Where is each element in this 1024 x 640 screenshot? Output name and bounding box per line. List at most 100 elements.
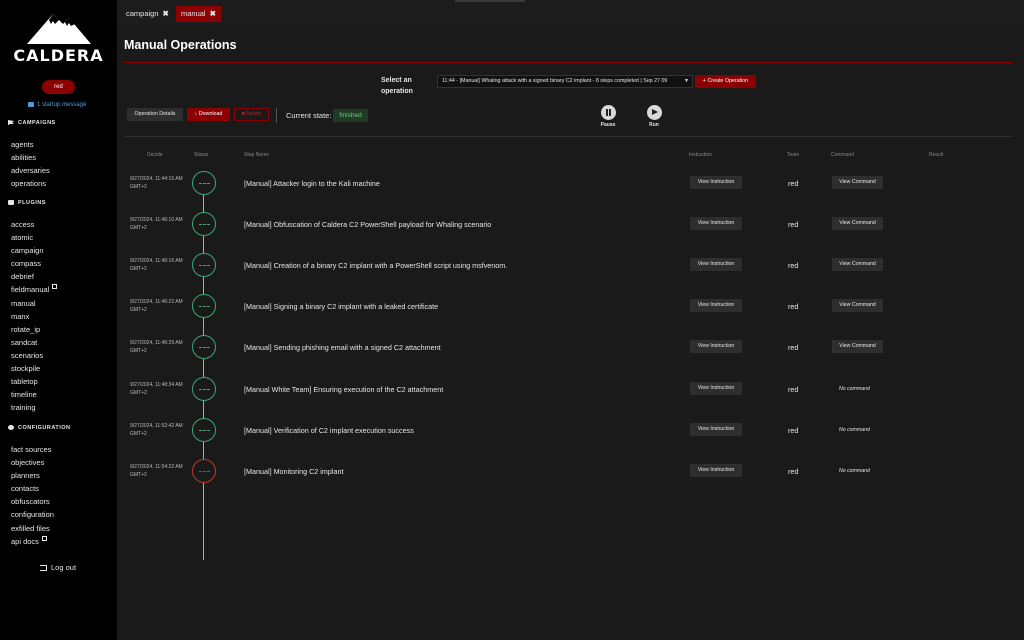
sidebar-item-obfuscators[interactable]: obfuscators [11,495,54,508]
sidebar-item-scenarios[interactable]: scenarios [11,349,57,362]
mountain-logo-icon [27,14,91,44]
team-cell: red [788,220,799,230]
step-timestamp: 9/27/2024, 11:46:16 AM GMT+2 [130,258,183,273]
status-circle[interactable] [192,294,216,319]
tab-campaign[interactable]: campaign ✖ [121,6,174,22]
view-instruction-button[interactable]: View Instruction [690,217,742,231]
step-name: [Manual] Monitoring C2 implant [244,466,344,476]
view-instruction-button[interactable]: View Instruction [690,422,742,436]
table-divider [124,136,1013,137]
sidebar-item-campaign[interactable]: campaign [11,244,57,257]
no-command-text: No command [839,426,870,433]
no-command-text: No command [839,385,870,392]
table-row: 9/27/2024, 11:52:42 AM GMT+2 [Manual] Ve… [117,417,1024,471]
message-icon [28,102,34,107]
startup-message-link[interactable]: 1 startup message [28,102,86,108]
team-cell: red [788,179,799,188]
plug-icon [8,200,14,206]
sidebar-item-api-docs[interactable]: api docs [11,535,54,548]
table-row: 9/27/2024, 11:44:15 AM GMT+2 [Manual] At… [117,171,1024,224]
step-name: [Manual] Signing a binary C2 implant wit… [244,302,439,312]
status-dash [199,388,210,390]
sidebar-item-timeline[interactable]: timeline [11,388,57,401]
sidebar-item-manual[interactable]: manual [11,297,57,310]
sidebar-item-operations[interactable]: operations [11,177,50,190]
run-button[interactable]: Run [644,105,664,128]
operation-select[interactable]: 11:44 - [Manual] Whaling attack with a s… [437,75,693,88]
chevron-down-icon: ▼ [684,78,689,84]
status-circle[interactable] [192,335,216,360]
header-team: Team [787,152,800,158]
view-command-button[interactable]: View Command [832,217,883,231]
delete-button[interactable]: ■ Delete [234,108,269,121]
view-instruction-button[interactable]: View Instruction [690,463,742,477]
view-instruction-button[interactable]: View Instruction [690,258,742,272]
tab-manual[interactable]: manual ✖ [176,6,221,22]
sidebar-item-planners[interactable]: planners [11,469,54,482]
sidebar-item-rotate-ip[interactable]: rotate_ip [11,323,57,336]
step-timestamp: 9/27/2024, 11:54:22 AM GMT+2 [130,463,183,478]
table-row: 9/27/2024, 11:46:16 AM GMT+2 [Manual] Cr… [117,253,1024,306]
user-badge[interactable]: red [42,80,75,94]
view-instruction-button[interactable]: View Instruction [690,299,742,313]
status-circle[interactable] [192,253,216,278]
status-circle[interactable] [192,376,216,401]
sidebar-item-sandcat[interactable]: sandcat [11,336,57,349]
sidebar-item-compass[interactable]: compass [11,257,57,270]
view-command-button[interactable]: View Command [832,258,883,272]
sidebar-item-fieldmanual[interactable]: fieldmanual [11,283,58,296]
status-circle[interactable] [192,212,216,237]
status-dash [199,306,210,308]
pause-button[interactable]: Pause [598,105,618,128]
create-operation-button[interactable]: + Create Operation [695,75,756,88]
header-decide: Decide [147,152,163,158]
view-command-button[interactable]: View Command [832,176,883,189]
download-button[interactable]: ↓ Download [187,108,230,121]
sidebar-item-configuration[interactable]: configuration [11,508,54,521]
play-icon [646,105,662,120]
sidebar-item-objectives[interactable]: objectives [11,456,54,469]
view-command-button[interactable]: View Command [832,299,883,313]
logout-button[interactable]: Log out [40,563,76,572]
team-cell: red [788,343,799,353]
table-row: 9/27/2024, 11:46:10 AM GMT+2 [Manual] Ob… [117,212,1024,265]
section-plugins: PLUGINS [8,200,46,206]
table-row: 9/27/2024, 11:48:34 AM GMT+2 [Manual Whi… [117,376,1024,430]
sidebar-item-debrief[interactable]: debrief [11,270,57,283]
close-icon[interactable]: ✖ [163,9,169,18]
sidebar-item-training[interactable]: training [11,401,57,414]
sidebar-item-stockpile[interactable]: stockpile [11,362,57,375]
status-dash [199,470,210,472]
sidebar-item-exfilled-files[interactable]: exfilled files [11,522,54,535]
run-label: Run [649,122,659,128]
close-icon[interactable]: ✖ [210,9,216,18]
step-timestamp: 9/27/2024, 11:52:42 AM GMT+2 [130,422,183,437]
operation-details-button[interactable]: Operation Details [127,108,183,121]
external-link-icon [41,535,47,541]
view-instruction-button[interactable]: View Instruction [690,340,742,354]
view-instruction-button[interactable]: View Instruction [690,176,742,189]
sidebar-item-manx[interactable]: manx [11,310,57,323]
table-row: 9/27/2024, 11:54:22 AM GMT+2 [Manual] Mo… [117,458,1024,512]
sidebar-item-adversaries[interactable]: adversaries [11,164,50,177]
team-cell: red [788,466,799,476]
caldera-logo[interactable]: CALDERA [0,10,117,66]
header-step-name: Step Name [244,152,270,158]
page-title: Manual Operations [124,38,237,52]
header-command: Command [831,152,855,158]
table-row: 9/27/2024, 11:46:29 AM GMT+2 [Manual] Se… [117,335,1024,388]
view-command-button[interactable]: View Command [832,340,883,354]
sidebar-item-contacts[interactable]: contacts [11,482,54,495]
status-circle[interactable] [192,417,216,442]
status-circle[interactable] [192,458,216,483]
status-circle[interactable] [192,171,216,195]
sidebar-item-abilities[interactable]: abilities [11,151,50,164]
sidebar-item-agents[interactable]: agents [11,138,50,151]
step-timestamp: 9/27/2024, 11:46:10 AM GMT+2 [130,217,183,232]
sidebar-item-atomic[interactable]: atomic [11,231,57,244]
sidebar-item-fact-sources[interactable]: fact sources [11,443,54,456]
sidebar-item-access[interactable]: access [11,218,57,231]
view-instruction-button[interactable]: View Instruction [690,381,742,395]
sidebar-item-tabletop[interactable]: tabletop [11,375,57,388]
step-name: [Manual] Sending phishing email with a s… [244,343,441,353]
